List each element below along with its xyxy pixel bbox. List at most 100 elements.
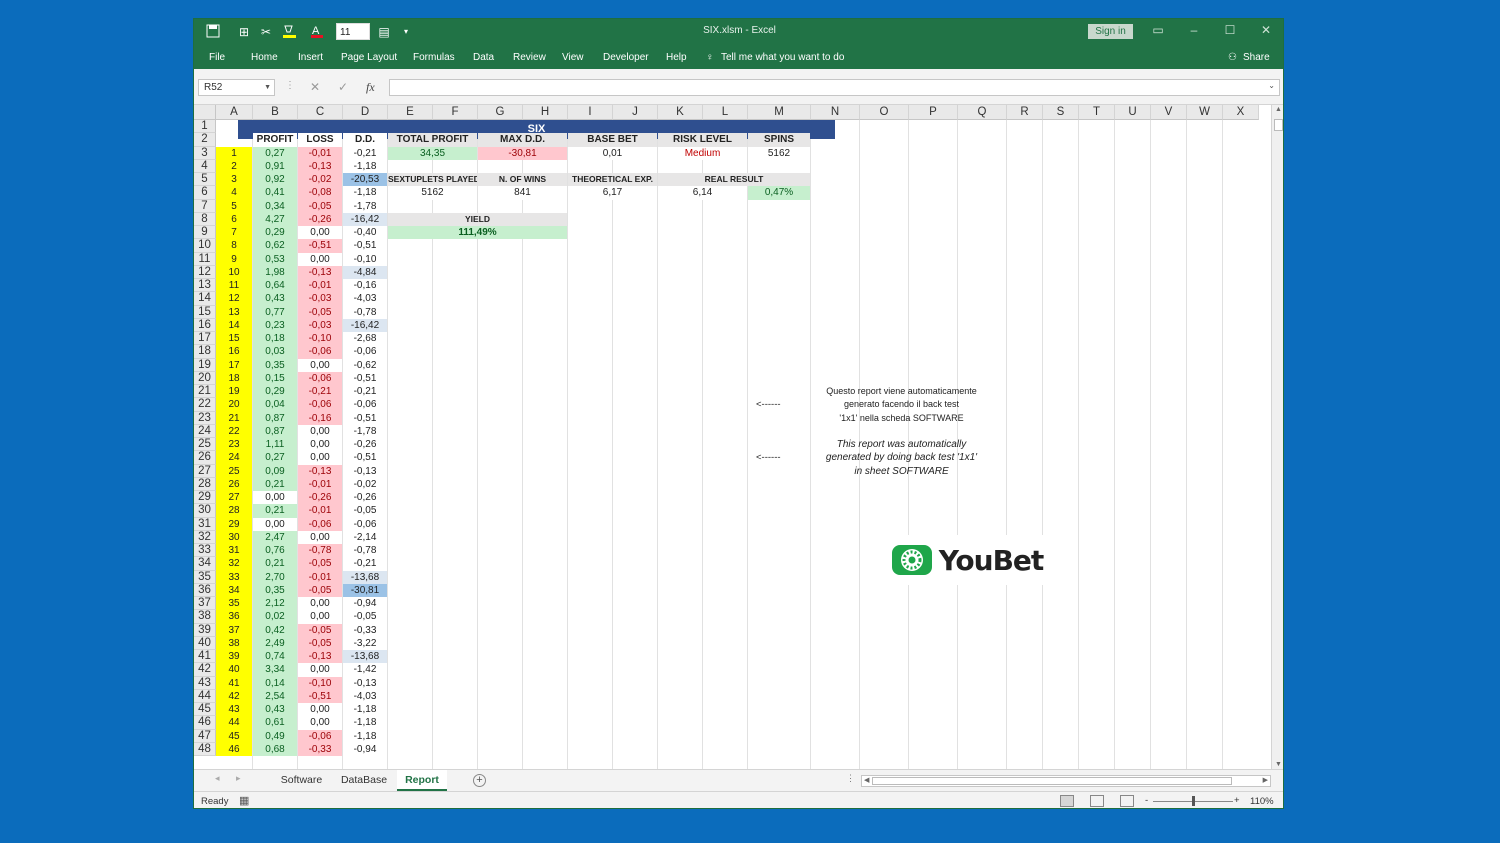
profit-cell[interactable]: 0,14 — [253, 676, 297, 690]
dd-cell[interactable]: -0,62 — [343, 358, 387, 372]
row-number-cell[interactable]: 43 — [216, 703, 252, 717]
page-break-view-icon[interactable] — [1120, 795, 1134, 807]
dd-cell[interactable]: -0,10 — [343, 252, 387, 266]
row-number-cell[interactable]: 2 — [216, 159, 252, 173]
row-number-cell[interactable]: 44 — [216, 716, 252, 730]
loss-cell[interactable]: -0,06 — [298, 729, 342, 743]
profit-cell[interactable]: 0,77 — [253, 305, 297, 319]
loss-cell[interactable]: 0,00 — [298, 252, 342, 266]
dd-cell[interactable]: -30,81 — [343, 583, 387, 597]
zoom-out-button[interactable]: - — [1145, 795, 1148, 806]
menu-help[interactable]: Help — [666, 52, 687, 63]
dd-cell[interactable]: -0,05 — [343, 610, 387, 624]
zoom-slider-knob[interactable] — [1192, 796, 1195, 806]
menu-home[interactable]: Home — [251, 52, 278, 63]
row-number-cell[interactable]: 7 — [216, 226, 252, 240]
dd-cell[interactable]: -0,33 — [343, 623, 387, 637]
dd-cell[interactable]: -13,68 — [343, 650, 387, 664]
row-header[interactable]: 27 — [194, 464, 216, 478]
dd-cell[interactable]: -0,51 — [343, 451, 387, 465]
profit-cell[interactable]: 0,68 — [253, 742, 297, 756]
loss-cell[interactable]: -0,01 — [298, 477, 342, 491]
profit-cell[interactable]: 4,27 — [253, 212, 297, 226]
dd-cell[interactable]: -1,18 — [343, 716, 387, 730]
row-number-cell[interactable]: 41 — [216, 676, 252, 690]
loss-cell[interactable]: 0,00 — [298, 663, 342, 677]
formula-input[interactable]: ⌄ — [389, 79, 1280, 96]
enter-icon[interactable]: ✓ — [338, 80, 348, 94]
dd-cell[interactable]: -0,13 — [343, 676, 387, 690]
profit-cell[interactable]: 0,18 — [253, 332, 297, 346]
dd-cell[interactable]: -0,21 — [343, 146, 387, 160]
dd-cell[interactable]: -13,68 — [343, 570, 387, 584]
row-header[interactable]: 3 — [194, 146, 216, 160]
header-theoretical[interactable]: THEORETICAL EXP. — [568, 173, 657, 187]
profit-cell[interactable]: 1,98 — [253, 265, 297, 279]
loss-cell[interactable]: 0,00 — [298, 703, 342, 717]
normal-view-icon[interactable] — [1060, 795, 1074, 807]
tab-software[interactable]: Software — [272, 770, 331, 791]
column-header[interactable]: F — [433, 105, 478, 120]
next-sheet-icon[interactable]: ▸ — [236, 773, 241, 784]
header-spins[interactable]: SPINS — [748, 133, 810, 147]
column-header[interactable]: L — [703, 105, 748, 120]
row-number-cell[interactable]: 25 — [216, 464, 252, 478]
dd-cell[interactable]: -0,51 — [343, 411, 387, 425]
expand-formula-icon[interactable]: ⌄ — [1268, 81, 1275, 90]
profit-cell[interactable]: 0,27 — [253, 146, 297, 160]
share-button[interactable]: Share — [1243, 52, 1270, 63]
dd-cell[interactable]: -4,84 — [343, 265, 387, 279]
column-header[interactable]: U — [1115, 105, 1151, 120]
dd-cell[interactable]: -2,14 — [343, 530, 387, 544]
loss-cell[interactable]: -0,10 — [298, 332, 342, 346]
row-header[interactable]: 47 — [194, 729, 216, 743]
row-number-cell[interactable]: 10 — [216, 265, 252, 279]
loss-cell[interactable]: -0,03 — [298, 318, 342, 332]
profit-cell[interactable]: 0,27 — [253, 451, 297, 465]
profit-cell[interactable]: 0,15 — [253, 371, 297, 385]
dd-cell[interactable]: -2,68 — [343, 332, 387, 346]
profit-cell[interactable]: 0,61 — [253, 716, 297, 730]
profit-cell[interactable]: 0,21 — [253, 477, 297, 491]
row-number-cell[interactable]: 29 — [216, 517, 252, 531]
dd-cell[interactable]: -1,18 — [343, 159, 387, 173]
column-header[interactable]: X — [1223, 105, 1259, 120]
row-header[interactable]: 21 — [194, 385, 216, 399]
dd-cell[interactable]: -0,02 — [343, 477, 387, 491]
row-number-cell[interactable]: 34 — [216, 583, 252, 597]
row-number-cell[interactable]: 42 — [216, 689, 252, 703]
row-number-cell[interactable]: 18 — [216, 371, 252, 385]
total-profit-value[interactable]: 34,35 — [388, 146, 477, 160]
row-number-cell[interactable]: 1 — [216, 146, 252, 160]
profit-cell[interactable]: 0,34 — [253, 199, 297, 213]
dd-cell[interactable]: -0,06 — [343, 345, 387, 359]
row-header[interactable]: 8 — [194, 212, 216, 226]
column-header[interactable]: T — [1079, 105, 1115, 120]
row-number-cell[interactable]: 6 — [216, 212, 252, 226]
column-header[interactable]: S — [1043, 105, 1079, 120]
dd-cell[interactable]: -0,51 — [343, 371, 387, 385]
column-header[interactable]: D — [343, 105, 388, 120]
row-header[interactable]: 48 — [194, 742, 216, 756]
loss-cell[interactable]: -0,08 — [298, 186, 342, 200]
loss-cell[interactable]: -0,16 — [298, 411, 342, 425]
loss-cell[interactable]: -0,26 — [298, 491, 342, 505]
loss-cell[interactable]: -0,05 — [298, 583, 342, 597]
column-header[interactable]: K — [658, 105, 703, 120]
row-number-cell[interactable]: 33 — [216, 570, 252, 584]
cancel-icon[interactable]: ✕ — [310, 80, 320, 94]
header-base-bet[interactable]: BASE BET — [568, 133, 657, 147]
profit-cell[interactable]: 0,91 — [253, 159, 297, 173]
row-number-cell[interactable]: 4 — [216, 186, 252, 200]
menu-review[interactable]: Review — [513, 52, 546, 63]
row-number-cell[interactable]: 35 — [216, 597, 252, 611]
loss-cell[interactable]: -0,05 — [298, 636, 342, 650]
row-header[interactable]: 9 — [194, 226, 216, 240]
sextuplets-value[interactable]: 5162 — [388, 186, 477, 200]
dd-cell[interactable]: -0,21 — [343, 385, 387, 399]
header-dd[interactable]: D.D. — [343, 133, 387, 147]
row-number-cell[interactable]: 36 — [216, 610, 252, 624]
dd-cell[interactable]: -0,78 — [343, 305, 387, 319]
loss-cell[interactable]: -0,05 — [298, 199, 342, 213]
loss-cell[interactable]: -0,01 — [298, 570, 342, 584]
